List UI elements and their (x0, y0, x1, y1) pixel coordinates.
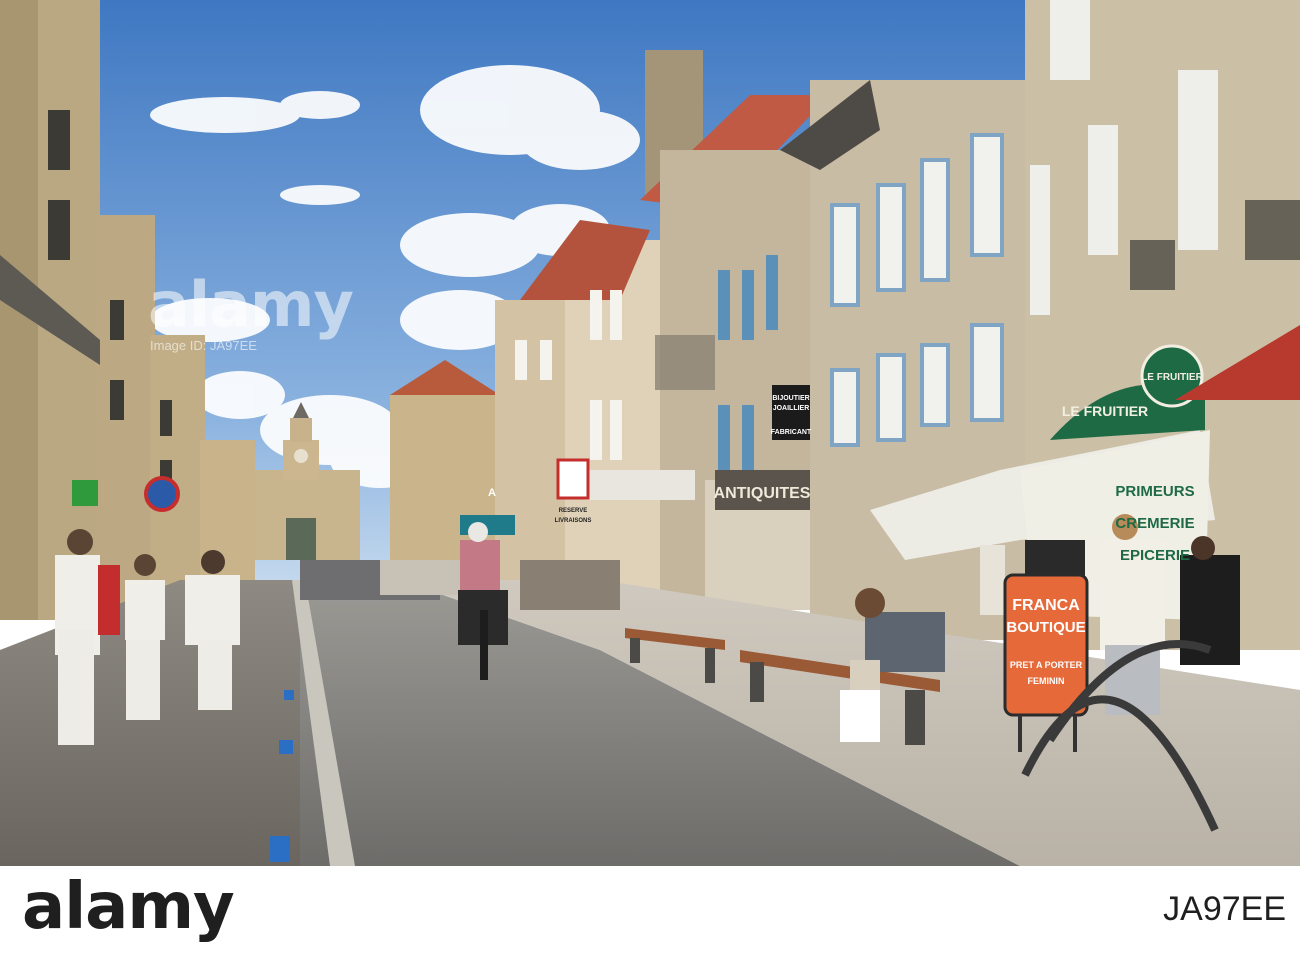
livraisons-label: LIVRAISONS (555, 518, 592, 524)
brand-logo[interactable]: alamy (22, 870, 235, 944)
primeurs-label: PRIMEURS (1115, 483, 1194, 500)
street-photo: LE FRUITIER LE FRUITIER PRIMEURS CREMERI… (0, 0, 1300, 866)
a-sign-label: A (488, 487, 496, 499)
watermark-logo: alamy (148, 268, 354, 341)
epicerie-label: EPICERIE (1120, 547, 1190, 564)
bijoutier-label: BIJOUTIER (772, 395, 809, 402)
pret-a-porter-label: PRET A PORTER (1010, 660, 1083, 670)
stock-id: JA97EE (1163, 890, 1286, 928)
joaillier-label: JOAILLIER (773, 405, 810, 412)
boutique-label: BOUTIQUE (1006, 619, 1085, 636)
feminin-label: FEMININ (1028, 676, 1065, 686)
watermark-id: Image ID: JA97EE (150, 338, 257, 353)
cremerie-label: CREMERIE (1115, 515, 1194, 532)
le-fruitier-main-label: LE FRUITIER (1062, 403, 1148, 419)
reserve-label: RESERVE (559, 508, 588, 514)
franca-label: FRANCA (1012, 597, 1080, 614)
le-fruitier-top-label: LE FRUITIER (1141, 372, 1203, 383)
fabricant-label: FABRICANT (771, 429, 812, 436)
antiquites-label: ANTIQUITES (714, 485, 811, 502)
